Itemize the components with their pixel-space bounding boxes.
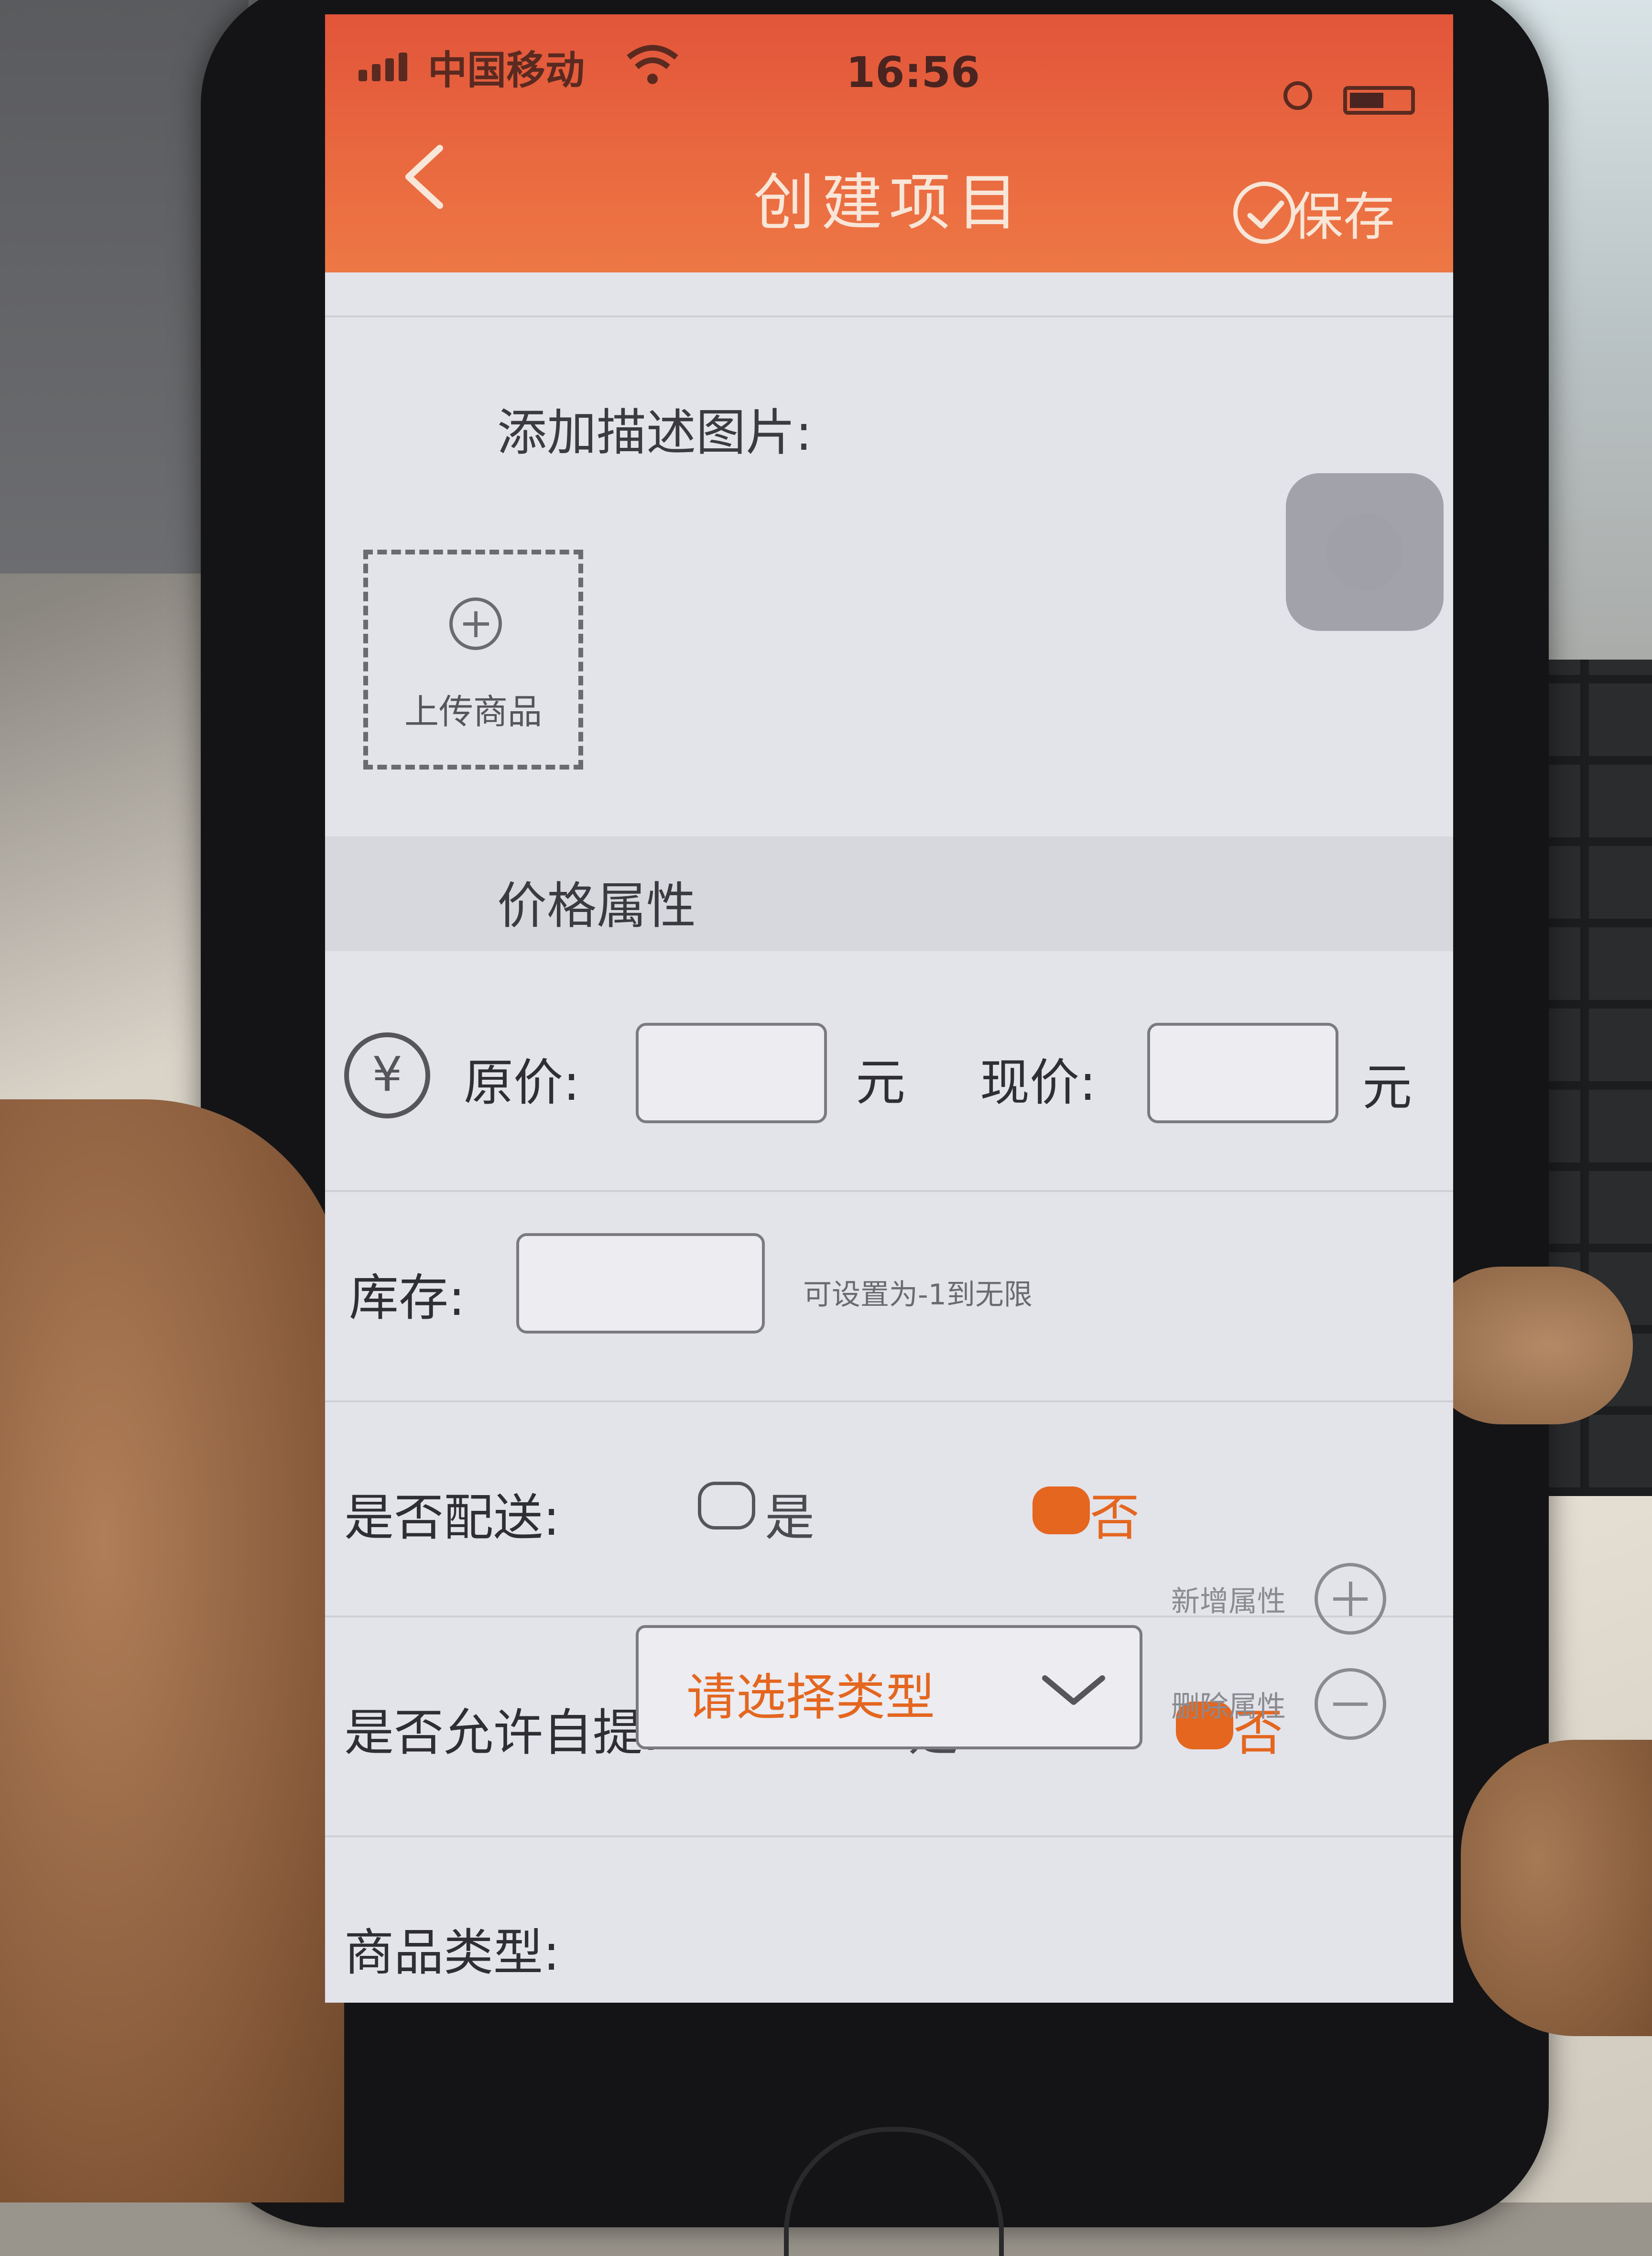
add-attribute-button[interactable] <box>1315 1563 1386 1635</box>
divider <box>325 1190 1453 1192</box>
original-price-input[interactable] <box>636 1023 827 1123</box>
status-bar: 中国移动 16:56 <box>325 14 1453 115</box>
delivery-no-label[interactable]: 否 <box>1090 1477 1140 1549</box>
delivery-yes-label[interactable]: 是 <box>765 1477 815 1549</box>
carrier-name: 中国移动 <box>428 48 585 93</box>
product-type-label: 商品类型: <box>344 1923 560 1982</box>
stock-hint: 可设置为-1到无限 <box>803 1278 1032 1312</box>
product-type-placeholder: 请选择类型 <box>686 1668 935 1726</box>
chevron-down-icon <box>1042 1675 1105 1705</box>
original-price-label: 原价: <box>464 1053 580 1112</box>
check-circle-icon <box>1233 182 1295 244</box>
status-time: 16:56 <box>846 48 980 97</box>
page-title: 创建项目 <box>753 167 1025 239</box>
wifi-icon <box>627 45 678 84</box>
divider <box>325 1835 1453 1837</box>
divider <box>325 315 1453 317</box>
self-pickup-label: 是否允许自提: <box>344 1703 660 1762</box>
divider <box>325 1400 1453 1402</box>
assistive-touch-button[interactable] <box>1286 473 1444 631</box>
hand-left <box>0 1099 344 2202</box>
add-attribute-action[interactable]: 新增属性 <box>1171 1563 1386 1635</box>
orientation-lock-icon <box>1283 81 1312 110</box>
remove-attribute-button[interactable] <box>1315 1668 1386 1740</box>
add-attribute-label: 新增属性 <box>1171 1584 1286 1618</box>
original-price-unit: 元 <box>856 1053 906 1112</box>
stock-input[interactable] <box>516 1233 765 1334</box>
delivery-label: 是否配送: <box>344 1488 560 1547</box>
current-price-input[interactable] <box>1147 1023 1338 1123</box>
save-button[interactable]: 保存 <box>1233 177 1415 249</box>
delivery-yes-radio[interactable] <box>698 1482 755 1529</box>
plus-circle-icon <box>449 597 502 650</box>
finger-right-top <box>1423 1267 1633 1424</box>
remove-attribute-label: 删除属性 <box>1171 1690 1286 1724</box>
price-row: ¥ 原价: 元 现价: 元 <box>325 970 1453 1181</box>
battery-icon <box>1343 86 1415 115</box>
delivery-no-radio[interactable] <box>1032 1486 1090 1534</box>
save-label: 保存 <box>1292 187 1395 247</box>
add-images-label: 添加描述图片: <box>497 403 813 462</box>
product-type-select[interactable]: 请选择类型 <box>636 1625 1142 1749</box>
phone-screen: 中国移动 16:56 创建项目 保存 添加描述图片: 上传商品 价格属性 ¥ 原… <box>325 14 1453 2003</box>
current-price-unit: 元 <box>1362 1058 1413 1117</box>
price-section-title: 价格属性 <box>497 877 696 935</box>
remove-attribute-action[interactable]: 删除属性 <box>1171 1668 1386 1740</box>
back-icon[interactable] <box>397 143 454 210</box>
price-section-header: 价格属性 <box>325 836 1453 951</box>
finger-right-bottom <box>1461 1740 1652 2036</box>
yen-icon: ¥ <box>344 1032 430 1118</box>
signal-icon <box>359 48 421 81</box>
upload-product-button[interactable]: 上传商品 <box>363 550 583 770</box>
current-price-label: 现价: <box>980 1053 1097 1112</box>
upload-label: 上传商品 <box>404 692 542 732</box>
stock-row: 库存: 可设置为-1到无限 <box>325 1195 1453 1405</box>
navigation-bar: 中国移动 16:56 创建项目 保存 <box>325 14 1453 272</box>
stock-label: 库存: <box>349 1269 466 1327</box>
